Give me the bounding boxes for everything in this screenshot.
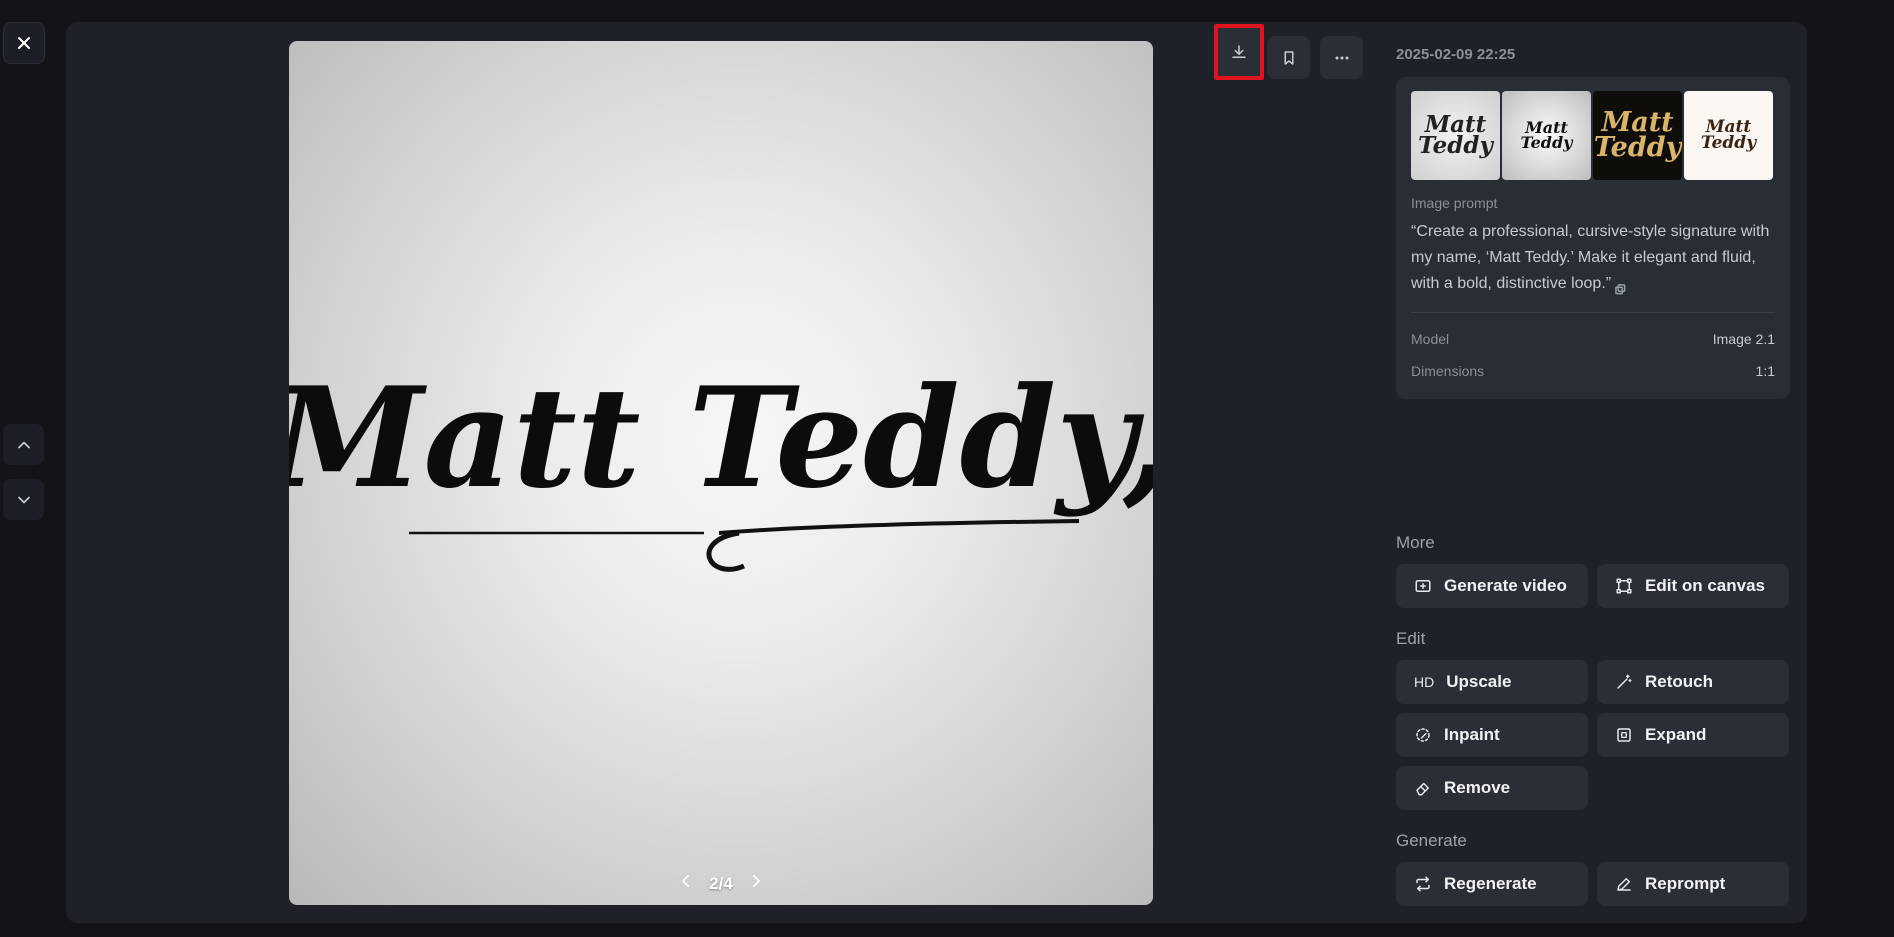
expand-icon	[1615, 726, 1633, 744]
repeat-icon	[1414, 875, 1432, 893]
more-options-button[interactable]	[1320, 36, 1363, 79]
created-timestamp: 2025-02-09 22:25	[1396, 46, 1516, 63]
model-value: Image 2.1	[1712, 331, 1775, 347]
thumbnail-2-text: Matt Teddy	[1520, 118, 1573, 152]
edit-section-title: Edit	[1396, 629, 1426, 648]
more-section-title: More	[1396, 533, 1435, 552]
thumbnail-4[interactable]: Matt Teddy	[1684, 91, 1773, 180]
regenerate-button[interactable]: Regenerate	[1396, 862, 1588, 906]
image-pager: 2/4	[289, 872, 1153, 895]
chevron-up-icon	[17, 441, 30, 448]
next-image-button[interactable]	[3, 479, 44, 520]
regenerate-label: Regenerate	[1444, 874, 1537, 893]
variant-thumbnails: Matt Teddy Matt Teddy Matt Teddy Matt Te…	[1411, 91, 1773, 180]
more-horizontal-icon	[1335, 56, 1348, 59]
retouch-label: Retouch	[1645, 672, 1713, 691]
pager-count: 2/4	[709, 873, 733, 893]
close-icon	[18, 37, 30, 49]
image-info-card: Matt Teddy Matt Teddy Matt Teddy Matt Te…	[1396, 77, 1790, 399]
edit-on-canvas-label: Edit on canvas	[1645, 576, 1765, 595]
generate-video-button[interactable]: Generate video	[1396, 564, 1588, 608]
chevron-down-icon	[17, 496, 30, 503]
inpaint-label: Inpaint	[1444, 725, 1500, 744]
bookmark-icon	[1284, 50, 1293, 65]
dimensions-label: Dimensions	[1411, 363, 1485, 379]
bookmark-button[interactable]	[1267, 36, 1310, 79]
eraser-icon	[1414, 779, 1432, 797]
prompt-text-block: “Create a professional, cursive-style si…	[1411, 219, 1781, 297]
thumbnail-4-text: Matt Teddy	[1700, 117, 1757, 153]
upscale-button[interactable]: HD Upscale	[1396, 660, 1588, 704]
reprompt-button[interactable]: Reprompt	[1597, 862, 1789, 906]
edit-on-canvas-button[interactable]: Edit on canvas	[1597, 564, 1789, 608]
remove-label: Remove	[1444, 778, 1511, 797]
generate-video-label: Generate video	[1444, 576, 1567, 595]
chevron-left-icon	[682, 874, 690, 888]
canvas-frame-icon	[1615, 577, 1633, 595]
model-row: Model Image 2.1	[1411, 331, 1775, 347]
pager-prev-button[interactable]	[677, 872, 695, 895]
upscale-label: Upscale	[1446, 672, 1512, 691]
close-button[interactable]	[3, 22, 45, 64]
generate-section-title: Generate	[1396, 831, 1467, 850]
dimensions-row: Dimensions 1:1	[1411, 363, 1775, 379]
model-label: Model	[1411, 331, 1450, 347]
pager-next-button[interactable]	[747, 872, 765, 895]
signature-artwork: Matt Teddy,	[289, 356, 1153, 572]
download-button[interactable]	[1214, 24, 1264, 80]
download-icon	[1232, 45, 1246, 58]
divider	[1411, 312, 1775, 313]
thumbnail-2[interactable]: Matt Teddy	[1502, 91, 1591, 180]
previous-image-button[interactable]	[3, 424, 44, 465]
signature-text: Matt Teddy,	[289, 356, 1153, 519]
reprompt-label: Reprompt	[1645, 874, 1726, 893]
prompt-label: Image prompt	[1411, 195, 1498, 211]
expand-button[interactable]: Expand	[1597, 713, 1789, 757]
copy-icon[interactable]	[1615, 278, 1626, 295]
inpaint-button[interactable]: Inpaint	[1396, 713, 1588, 757]
retouch-button[interactable]: Retouch	[1597, 660, 1789, 704]
prompt-text: “Create a professional, cursive-style si…	[1411, 223, 1770, 292]
dimensions-value: 1:1	[1755, 363, 1775, 379]
hd-icon: HD	[1414, 674, 1435, 690]
expand-label: Expand	[1645, 725, 1707, 744]
generated-image[interactable]: Matt Teddy, 2/4	[289, 41, 1153, 905]
remove-button[interactable]: Remove	[1396, 766, 1588, 810]
chevron-right-icon	[752, 874, 760, 888]
thumbnail-3[interactable]: Matt Teddy	[1593, 91, 1682, 180]
pencil-icon	[1615, 875, 1633, 893]
video-plus-icon	[1414, 577, 1432, 595]
brush-icon	[1414, 726, 1432, 744]
thumbnail-1-text: Matt Teddy	[1418, 110, 1493, 159]
thumbnail-1[interactable]: Matt Teddy	[1411, 91, 1500, 180]
magic-wand-icon	[1615, 673, 1633, 691]
thumbnail-3-text: Matt Teddy	[1593, 107, 1682, 163]
